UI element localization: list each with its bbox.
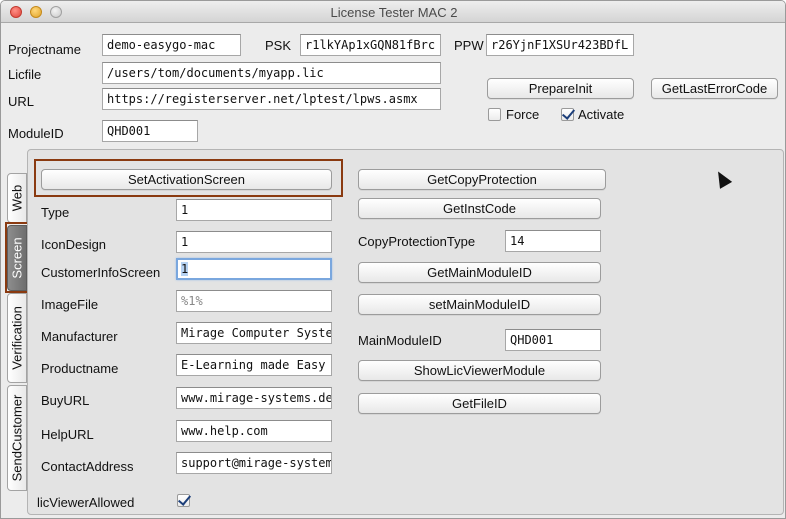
activate-checkbox[interactable] <box>561 108 574 121</box>
lic-viewer-allowed-checkbox[interactable] <box>177 494 190 507</box>
lic-viewer-allowed-label: licViewerAllowed <box>37 495 135 510</box>
productname-field[interactable]: E-Learning made Easy <box>176 354 332 376</box>
force-label: Force <box>506 107 540 122</box>
psk-label: PSK <box>265 38 292 53</box>
tab-verification[interactable]: Verification <box>7 293 27 383</box>
contact-address-field[interactable]: support@mirage-systems.de <box>176 452 332 474</box>
tab-sendcustomer-label: SendCustomer <box>9 394 25 482</box>
manufacturer-field[interactable]: Mirage Computer Systems <box>176 322 332 344</box>
app-window: License Tester MAC 2 Projectname demo-ea… <box>0 0 786 519</box>
buy-url-field[interactable]: www.mirage-systems.de <box>176 387 332 409</box>
moduleid-label: ModuleID <box>8 126 64 141</box>
get-copy-protection-button[interactable]: GetCopyProtection <box>358 169 606 190</box>
type-field[interactable]: 1 <box>176 199 332 221</box>
get-file-id-button[interactable]: GetFileID <box>358 393 601 414</box>
customer-info-screen-label: CustomerInfoScreen <box>41 265 161 280</box>
copy-protection-type-field[interactable]: 14 <box>505 230 601 252</box>
image-file-field[interactable]: %1% <box>176 290 332 312</box>
ppw-field[interactable]: r26YjnF1XSUr423BDfL <box>486 34 634 56</box>
set-main-module-id-button[interactable]: setMainModuleID <box>358 294 601 315</box>
icon-design-label: IconDesign <box>41 237 107 252</box>
get-last-error-code-button[interactable]: GetLastErrorCode <box>651 78 778 99</box>
show-lic-viewer-module-button[interactable]: ShowLicViewerModule <box>358 360 601 381</box>
tab-web[interactable]: Web <box>7 173 27 223</box>
ppw-label: PPW <box>454 38 484 53</box>
customer-info-screen-field[interactable]: 1 <box>176 258 332 280</box>
tab-verification-label: Verification <box>9 306 25 370</box>
title-bar: License Tester MAC 2 <box>1 1 785 23</box>
productname-label: Productname <box>41 361 119 376</box>
tab-sendcustomer[interactable]: SendCustomer <box>7 385 27 491</box>
get-inst-code-button[interactable]: GetInstCode <box>358 198 601 219</box>
activate-label: Activate <box>578 107 625 122</box>
type-label: Type <box>41 205 70 220</box>
selected-text: 1 <box>181 262 189 276</box>
tab-web-label: Web <box>9 184 25 212</box>
help-url-field[interactable]: www.help.com <box>176 420 332 442</box>
window-title: License Tester MAC 2 <box>330 5 458 20</box>
licfile-label: Licfile <box>8 67 42 82</box>
contact-address-label: ContactAddress <box>41 459 134 474</box>
buy-url-label: BuyURL <box>41 393 90 408</box>
set-activation-screen-button[interactable]: SetActivationScreen <box>41 169 332 190</box>
main-module-id-label: MainModuleID <box>358 333 442 348</box>
copy-protection-type-label: CopyProtectionType <box>358 234 476 249</box>
psk-field[interactable]: r1lkYAp1xGQN81fBrc <box>300 34 441 56</box>
licfile-field[interactable]: /users/tom/documents/myapp.lic <box>102 62 441 84</box>
moduleid-field[interactable]: QHD001 <box>102 120 198 142</box>
manufacturer-label: Manufacturer <box>41 329 118 344</box>
main-module-id-field[interactable]: QHD001 <box>505 329 601 351</box>
help-url-label: HelpURL <box>41 427 94 442</box>
prepare-init-button[interactable]: PrepareInit <box>487 78 634 99</box>
icon-design-field[interactable]: 1 <box>176 231 332 253</box>
projectname-label: Projectname <box>8 42 81 57</box>
url-label: URL <box>8 94 35 109</box>
url-field[interactable]: https://registerserver.net/lptest/lpws.a… <box>102 88 441 110</box>
get-main-module-id-button[interactable]: GetMainModuleID <box>358 262 601 283</box>
image-file-label: ImageFile <box>41 297 99 312</box>
projectname-field[interactable]: demo-easygo-mac <box>102 34 241 56</box>
force-checkbox[interactable] <box>488 108 501 121</box>
